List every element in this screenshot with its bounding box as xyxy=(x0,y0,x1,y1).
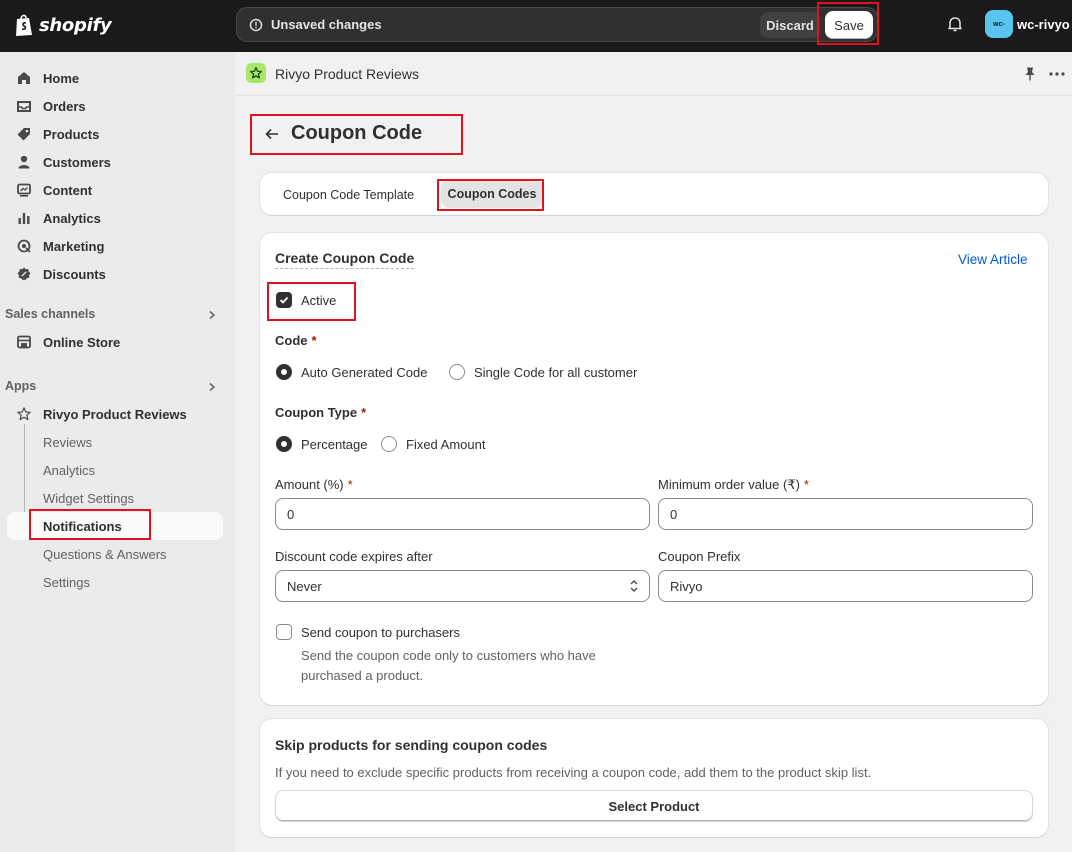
code-label: Code * xyxy=(275,333,317,348)
sidebar-subitem-settings[interactable]: Settings xyxy=(43,575,90,590)
pin-icon[interactable] xyxy=(1023,66,1037,82)
apps-title[interactable]: Apps xyxy=(5,379,36,393)
sidebar-item-online-store[interactable]: Online Store xyxy=(16,330,120,354)
sidebar-item-label: Customers xyxy=(43,154,111,170)
tab-highlight-box xyxy=(437,179,544,211)
sidebar-item-discounts[interactable]: Discounts xyxy=(16,262,106,286)
prefix-label: Coupon Prefix xyxy=(658,549,741,564)
send-coupon-checkbox[interactable] xyxy=(276,624,292,640)
store-icon xyxy=(17,335,31,349)
sidebar-item-analytics[interactable]: Analytics xyxy=(16,206,101,230)
home-icon xyxy=(18,72,30,84)
app-logo xyxy=(246,63,266,83)
brand-name: shopify xyxy=(39,14,112,36)
notifications-highlight-box xyxy=(29,509,151,540)
discard-button[interactable]: Discard xyxy=(760,12,820,38)
sidebar-item-home[interactable]: Home xyxy=(16,66,79,90)
unsaved-changes-text: Unsaved changes xyxy=(271,17,382,32)
tree-line xyxy=(24,424,25,524)
more-horizontal-icon[interactable] xyxy=(1049,72,1065,76)
expires-value: Never xyxy=(287,578,322,594)
sales-channels-title[interactable]: Sales channels xyxy=(5,307,95,321)
title-highlight-box xyxy=(250,114,463,155)
star-icon xyxy=(249,66,263,79)
fixed-amount-radio[interactable] xyxy=(381,436,397,452)
select-product-button[interactable]: Select Product xyxy=(275,790,1033,822)
sidebar-subitem-reviews[interactable]: Reviews xyxy=(43,435,92,450)
min-order-input[interactable]: 0 xyxy=(658,498,1033,530)
content-icon xyxy=(17,183,31,197)
coupon-type-label: Coupon Type * xyxy=(275,405,367,420)
skip-products-card: Skip products for sending coupon codes I… xyxy=(260,719,1048,837)
amount-label: Amount (%) * xyxy=(275,477,353,492)
top-bar: shopify Unsaved changes Discard Save wc-… xyxy=(0,0,1072,52)
expires-select[interactable]: Never xyxy=(275,570,650,602)
single-code-radio[interactable] xyxy=(449,364,465,380)
target-icon xyxy=(17,239,31,253)
shopify-logo[interactable]: shopify xyxy=(14,12,112,38)
sidebar-item-label: Products xyxy=(43,126,100,142)
amount-input[interactable]: 0 xyxy=(275,498,650,530)
shopify-bag-icon xyxy=(16,14,32,36)
sidebar-item-label: Rivyo Product Reviews xyxy=(43,406,187,422)
orders-icon xyxy=(17,101,31,112)
chevron-right-icon[interactable] xyxy=(207,382,217,392)
expires-label: Discount code expires after xyxy=(275,549,433,564)
percentage-radio[interactable] xyxy=(276,436,292,452)
sidebar-item-products[interactable]: Products xyxy=(16,122,99,146)
sidebar-item-marketing[interactable]: Marketing xyxy=(16,234,104,258)
tag-icon xyxy=(17,128,30,141)
single-code-label: Single Code for all customer xyxy=(474,365,638,380)
sidebar-item-content[interactable]: Content xyxy=(16,178,92,202)
tab-coupon-code-template[interactable]: Coupon Code Template xyxy=(283,188,414,202)
bar-chart-icon xyxy=(18,213,30,224)
auto-generated-radio[interactable] xyxy=(276,364,292,380)
tabs-card: Coupon Code Template Coupon Codes xyxy=(260,173,1048,215)
person-icon xyxy=(18,155,30,169)
min-order-label: Minimum order value (₹) * xyxy=(658,477,809,492)
sidebar: Home Orders Products Customers Content A… xyxy=(0,52,235,852)
sidebar-item-label: Online Store xyxy=(43,334,121,350)
sidebar-item-customers[interactable]: Customers xyxy=(16,150,111,174)
app-title: Rivyo Product Reviews xyxy=(275,66,419,82)
create-coupon-card: Create Coupon Code View Article Active C… xyxy=(260,233,1048,705)
sidebar-item-label: Content xyxy=(43,182,93,198)
sidebar-item-rivyo-app[interactable]: Rivyo Product Reviews xyxy=(16,402,187,426)
sidebar-item-label: Marketing xyxy=(43,238,105,254)
avatar[interactable]: wc- xyxy=(985,10,1013,38)
sidebar-subitem-questions-answers[interactable]: Questions & Answers xyxy=(43,547,167,562)
sidebar-item-label: Analytics xyxy=(43,210,101,226)
skip-title: Skip products for sending coupon codes xyxy=(275,737,548,753)
select-chevron-icon xyxy=(630,580,638,592)
send-coupon-help: Send the coupon code only to customers w… xyxy=(301,648,596,683)
alert-circle-icon xyxy=(249,18,263,32)
sidebar-item-orders[interactable]: Orders xyxy=(16,94,86,118)
store-name[interactable]: wc-rivyo xyxy=(1017,17,1070,32)
sidebar-item-label: Discounts xyxy=(43,266,106,282)
save-highlight-box xyxy=(817,2,879,45)
bell-icon[interactable] xyxy=(946,15,964,33)
app-header-bar: Rivyo Product Reviews xyxy=(235,52,1072,96)
auto-generated-label: Auto Generated Code xyxy=(301,365,428,380)
send-coupon-label: Send coupon to purchasers xyxy=(301,625,460,640)
percentage-label: Percentage xyxy=(301,437,368,452)
star-outline-icon xyxy=(17,407,31,421)
active-highlight-box xyxy=(267,282,356,321)
sidebar-item-label: Home xyxy=(43,70,80,86)
card-title: Create Coupon Code xyxy=(275,250,415,269)
discount-icon xyxy=(17,267,31,281)
sidebar-subitem-widget-settings[interactable]: Widget Settings xyxy=(43,491,134,506)
prefix-input[interactable]: Rivyo xyxy=(658,570,1033,602)
skip-description: If you need to exclude specific products… xyxy=(275,765,872,780)
unsaved-changes-bar: Unsaved changes Discard Save xyxy=(236,7,878,42)
fixed-amount-label: Fixed Amount xyxy=(406,437,486,452)
view-article-link[interactable]: View Article xyxy=(958,252,1028,267)
sidebar-subitem-analytics[interactable]: Analytics xyxy=(43,463,95,478)
sidebar-item-label: Orders xyxy=(43,98,86,114)
chevron-right-icon[interactable] xyxy=(207,310,217,320)
